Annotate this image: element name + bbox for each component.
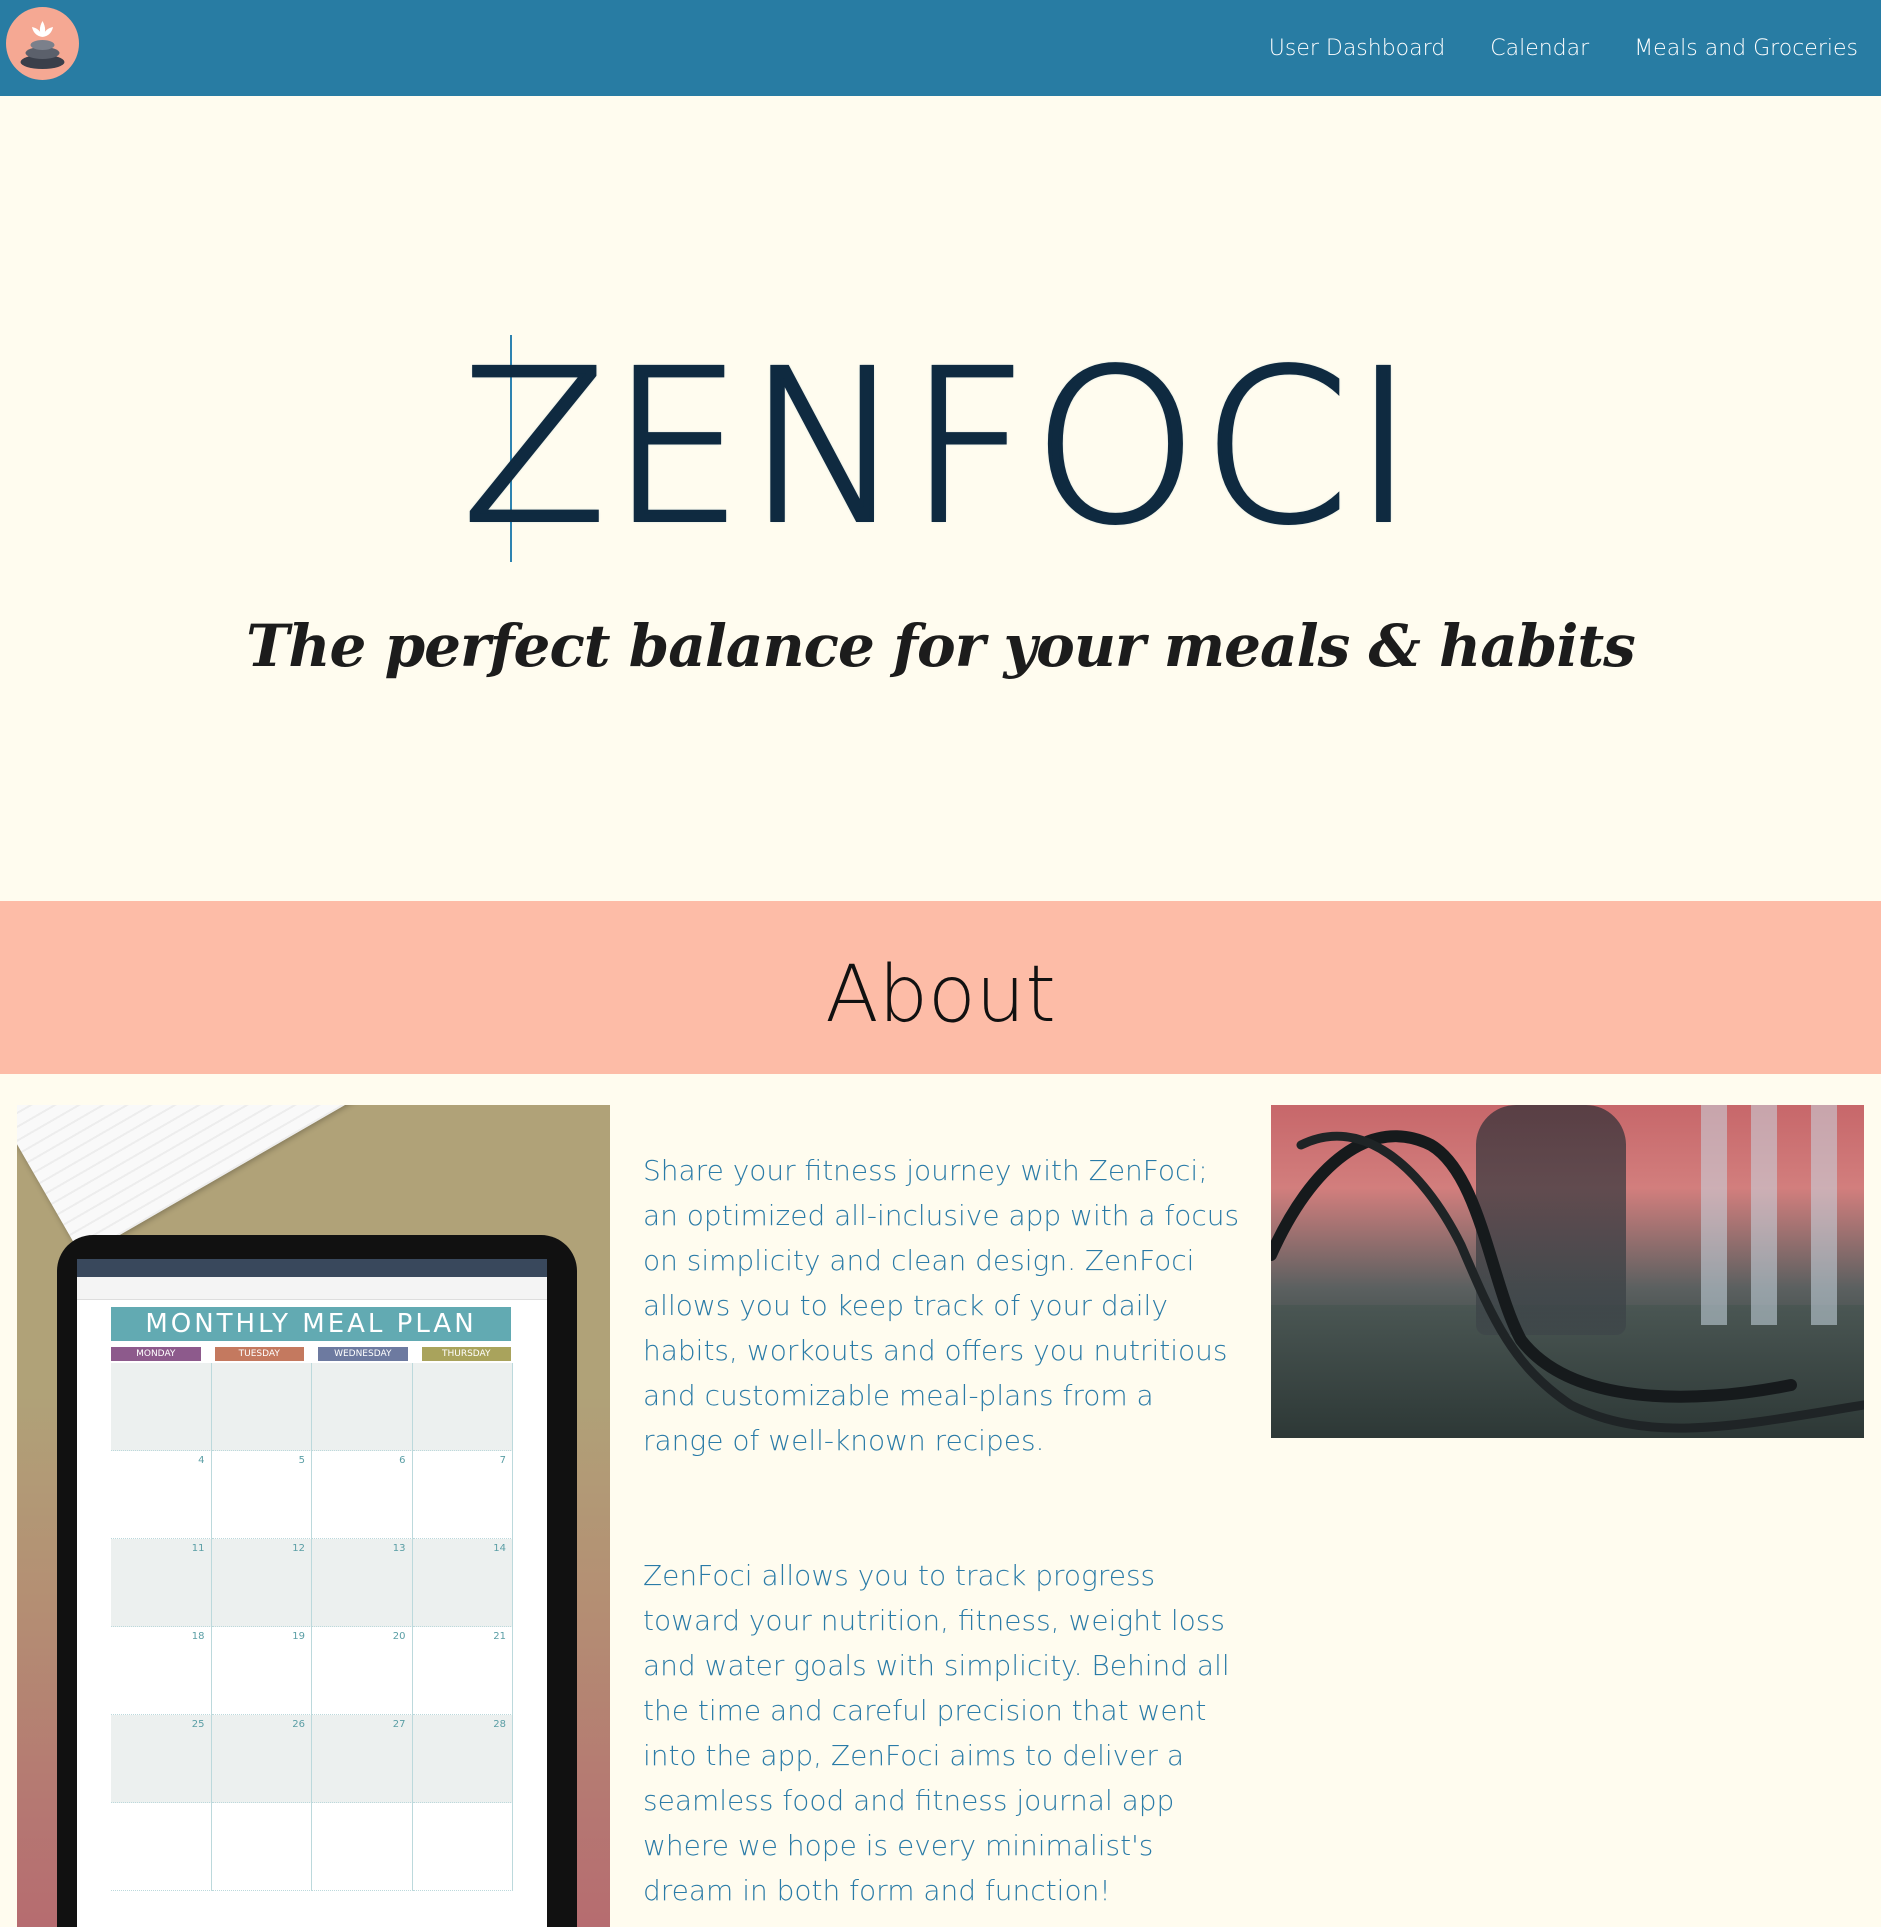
nav-links: User Dashboard Calendar Meals and Grocer… — [1269, 0, 1858, 96]
calendar-cell: 11 — [111, 1539, 212, 1627]
calendar-cell: 21 — [412, 1627, 513, 1715]
calendar-cell — [312, 1803, 413, 1891]
calendar-cell: 4 — [111, 1451, 212, 1539]
app-topbar — [77, 1259, 547, 1277]
about-heading: About — [825, 950, 1056, 1040]
nav-link-user-dashboard[interactable]: User Dashboard — [1269, 36, 1446, 61]
calendar-cell: 7 — [412, 1451, 513, 1539]
rope-graphic — [1271, 1130, 1864, 1433]
calendar-cell: 19 — [211, 1627, 312, 1715]
calendar-cell — [211, 1363, 312, 1451]
calendar-cell — [312, 1363, 413, 1451]
calendar-cell — [412, 1363, 513, 1451]
tablet-screen: MONTHLY MEAL PLAN MONDAY TUESDAY WEDNESD… — [77, 1259, 547, 1927]
calendar-cell: 12 — [211, 1539, 312, 1627]
calendar-grid: 4 5 6 7 11 12 13 14 18 19 20 21 25 26 27… — [111, 1363, 513, 1891]
nav-link-meals-and-groceries[interactable]: Meals and Groceries — [1634, 36, 1858, 61]
logo-icon[interactable] — [6, 7, 79, 80]
calendar-cell: 20 — [312, 1627, 413, 1715]
battle-ropes-image — [1271, 1105, 1864, 1438]
calendar-cell: 27 — [312, 1715, 413, 1803]
nav-link-calendar[interactable]: Calendar — [1490, 36, 1589, 61]
calendar-cell — [111, 1803, 212, 1891]
day-label-monday: MONDAY — [111, 1347, 201, 1361]
about-paragraph-2: ZenFoci allows you to track progress tow… — [643, 1559, 1230, 1907]
calendar-cell: 18 — [111, 1627, 212, 1715]
top-navbar: User Dashboard Calendar Meals and Grocer… — [0, 0, 1881, 96]
calendar-cell: 25 — [111, 1715, 212, 1803]
meal-plan-title: MONTHLY MEAL PLAN — [111, 1307, 511, 1341]
calendar-cell: 6 — [312, 1451, 413, 1539]
hero-tagline: The perfect balance for your meals & hab… — [246, 612, 1636, 680]
calendar-cell — [211, 1803, 312, 1891]
calendar-cell: 5 — [211, 1451, 312, 1539]
about-paragraph-1: Share your fitness journey with ZenFoci;… — [643, 1154, 1240, 1457]
calendar-cell: 13 — [312, 1539, 413, 1627]
weekday-header: MONDAY TUESDAY WEDNESDAY THURSDAY — [111, 1347, 511, 1361]
calendar-cell: 28 — [412, 1715, 513, 1803]
meal-plan-tablet-image: MONTHLY MEAL PLAN MONDAY TUESDAY WEDNESD… — [17, 1105, 610, 1927]
app-toolbar — [77, 1277, 547, 1300]
day-label-wednesday: WEDNESDAY — [318, 1347, 408, 1361]
hero-title: ZENFOCI — [460, 325, 1419, 570]
calendar-cell — [412, 1803, 513, 1891]
calendar-cell — [111, 1363, 212, 1451]
tablet-frame: MONTHLY MEAL PLAN MONDAY TUESDAY WEDNESD… — [57, 1235, 577, 1927]
day-label-tuesday: TUESDAY — [214, 1347, 304, 1361]
calendar-cell: 26 — [211, 1715, 312, 1803]
day-label-thursday: THURSDAY — [421, 1347, 511, 1361]
calendar-cell: 14 — [412, 1539, 513, 1627]
